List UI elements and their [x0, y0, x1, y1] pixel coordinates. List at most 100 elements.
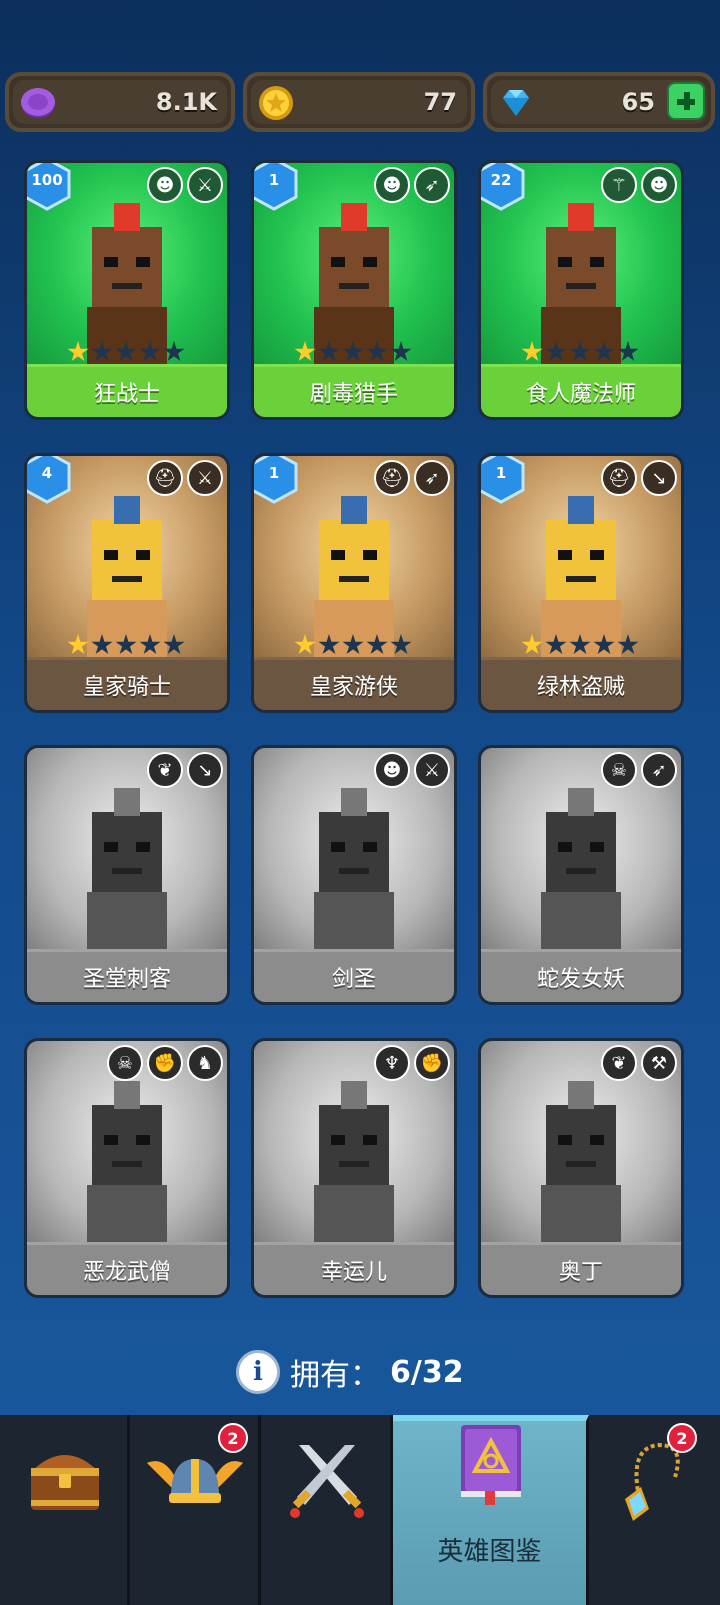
hero-card[interactable]: ☠ ➶ 蛇发女妖: [478, 745, 684, 1005]
skull-icon: ☠: [601, 752, 637, 788]
tab-hero-codex[interactable]: 英雄图鉴: [393, 1415, 589, 1605]
fist-icon: ✊: [414, 1045, 450, 1081]
star-rating: [521, 341, 639, 363]
star-icon: [139, 341, 161, 362]
fist-icon: ✊: [147, 1045, 183, 1081]
level-badge: 1: [254, 163, 300, 211]
hero-figure: [314, 1081, 394, 1245]
helmet-notification-badge: 2: [218, 1423, 248, 1453]
level-value: 100: [31, 171, 63, 189]
helmet-icon: ⛑: [147, 460, 183, 496]
level-badge: 1: [254, 456, 300, 504]
wing-emblem-icon: ❦: [147, 752, 183, 788]
hero-figure: [541, 788, 621, 952]
dragon-icon: ♞: [187, 1045, 223, 1081]
hero-card[interactable]: ☠ ✊ ♞ 恶龙武僧: [24, 1038, 230, 1298]
hero-figure: [541, 1081, 621, 1245]
hero-card[interactable]: 4 ⛑ ⚔ 皇家骑士: [24, 453, 230, 713]
owned-count: 6/32: [390, 1354, 464, 1390]
star-icon: [617, 634, 639, 655]
star-icon: [545, 634, 567, 655]
gold-coin-counter: 77: [243, 72, 475, 132]
level-value: 22: [490, 171, 512, 189]
star-icon: [390, 634, 412, 655]
star-icon: [139, 634, 161, 655]
star-icon: [569, 634, 591, 655]
hero-card[interactable]: ♆ ✊ 幸运儿: [251, 1038, 457, 1298]
hero-card[interactable]: 22 ⚚ ☻ 食人魔法师: [478, 160, 684, 420]
codex-book-icon: [461, 1425, 521, 1505]
hero-figure: [87, 788, 167, 952]
monster-class-icon: ☻: [374, 752, 410, 788]
elf-icon: ♆: [374, 1045, 410, 1081]
add-gems-button[interactable]: [667, 82, 705, 120]
winged-helmet-icon: [147, 1459, 243, 1503]
level-value: 4: [41, 464, 53, 482]
star-icon: [91, 634, 113, 655]
hero-card[interactable]: ❦ ⚒ 奥丁: [478, 1038, 684, 1298]
monster-class-icon: ☻: [641, 167, 677, 203]
hero-card[interactable]: ❦ ↘ 圣堂刺客: [24, 745, 230, 1005]
hero-card[interactable]: 100 ☻ ⚔ 狂战士: [24, 160, 230, 420]
star-icon: [294, 341, 316, 362]
staff-icon: ⚚: [601, 167, 637, 203]
crossed-swords-icon: [290, 1445, 364, 1518]
purple-coin-counter: 8.1K: [5, 72, 235, 132]
hero-name: 绿林盗贼: [481, 657, 681, 710]
hero-name: 食人魔法师: [481, 364, 681, 417]
tab-helmet[interactable]: 2: [130, 1415, 261, 1605]
wing-emblem-icon: ❦: [601, 1045, 637, 1081]
bow-icon: ➶: [414, 167, 450, 203]
star-icon: [545, 341, 567, 362]
star-icon: [617, 341, 639, 362]
star-icon: [593, 341, 615, 362]
info-icon[interactable]: i: [236, 1350, 280, 1394]
sword-icon: ⚔: [414, 752, 450, 788]
level-badge: 22: [481, 163, 527, 211]
star-rating: [294, 341, 412, 363]
tab-battle[interactable]: [261, 1415, 393, 1605]
gold-coin-icon: [259, 86, 293, 120]
hero-name: 皇家骑士: [27, 657, 227, 710]
level-value: 1: [268, 464, 280, 482]
helmet-icon: ⛑: [374, 460, 410, 496]
sword-icon: ⚔: [187, 167, 223, 203]
owned-label: 拥有：: [290, 1358, 380, 1393]
tab-amulet[interactable]: 2: [589, 1415, 720, 1605]
hero-name: 皇家游侠: [254, 657, 454, 710]
star-icon: [163, 634, 185, 655]
star-icon: [390, 341, 412, 362]
hero-name: 奥丁: [481, 1242, 681, 1295]
gem-icon: [503, 90, 529, 116]
star-icon: [318, 634, 340, 655]
hero-name: 剧毒猎手: [254, 364, 454, 417]
star-icon: [294, 634, 316, 655]
monster-class-icon: ☻: [147, 167, 183, 203]
star-icon: [569, 341, 591, 362]
star-icon: [366, 341, 388, 362]
hammer-icon: ⚒: [641, 1045, 677, 1081]
resource-bar: 8.1K 77 65: [0, 72, 720, 136]
hero-card[interactable]: ☻ ⚔ 剑圣: [251, 745, 457, 1005]
level-badge: 100: [27, 163, 73, 211]
level-badge: 1: [481, 456, 527, 504]
dagger-icon: ↘: [641, 460, 677, 496]
star-icon: [67, 634, 89, 655]
hero-name: 剑圣: [254, 949, 454, 1002]
hero-card[interactable]: 1 ⛑ ➶ 皇家游侠: [251, 453, 457, 713]
star-rating: [521, 634, 639, 656]
star-icon: [342, 341, 364, 362]
star-icon: [521, 341, 543, 362]
chest-icon: [31, 1455, 99, 1510]
hero-card[interactable]: 1 ⛑ ↘ 绿林盗贼: [478, 453, 684, 713]
tab-hero-codex-label: 英雄图鉴: [437, 1537, 542, 1567]
star-icon: [318, 341, 340, 362]
hero-name: 幸运儿: [254, 1242, 454, 1295]
skull-icon: ☠: [107, 1045, 143, 1081]
hero-card[interactable]: 1 ☻ ➶ 剧毒猎手: [251, 160, 457, 420]
tab-chest[interactable]: [0, 1415, 130, 1605]
star-rating: [67, 634, 185, 656]
star-icon: [115, 634, 137, 655]
hero-name: 狂战士: [27, 364, 227, 417]
star-icon: [115, 341, 137, 362]
